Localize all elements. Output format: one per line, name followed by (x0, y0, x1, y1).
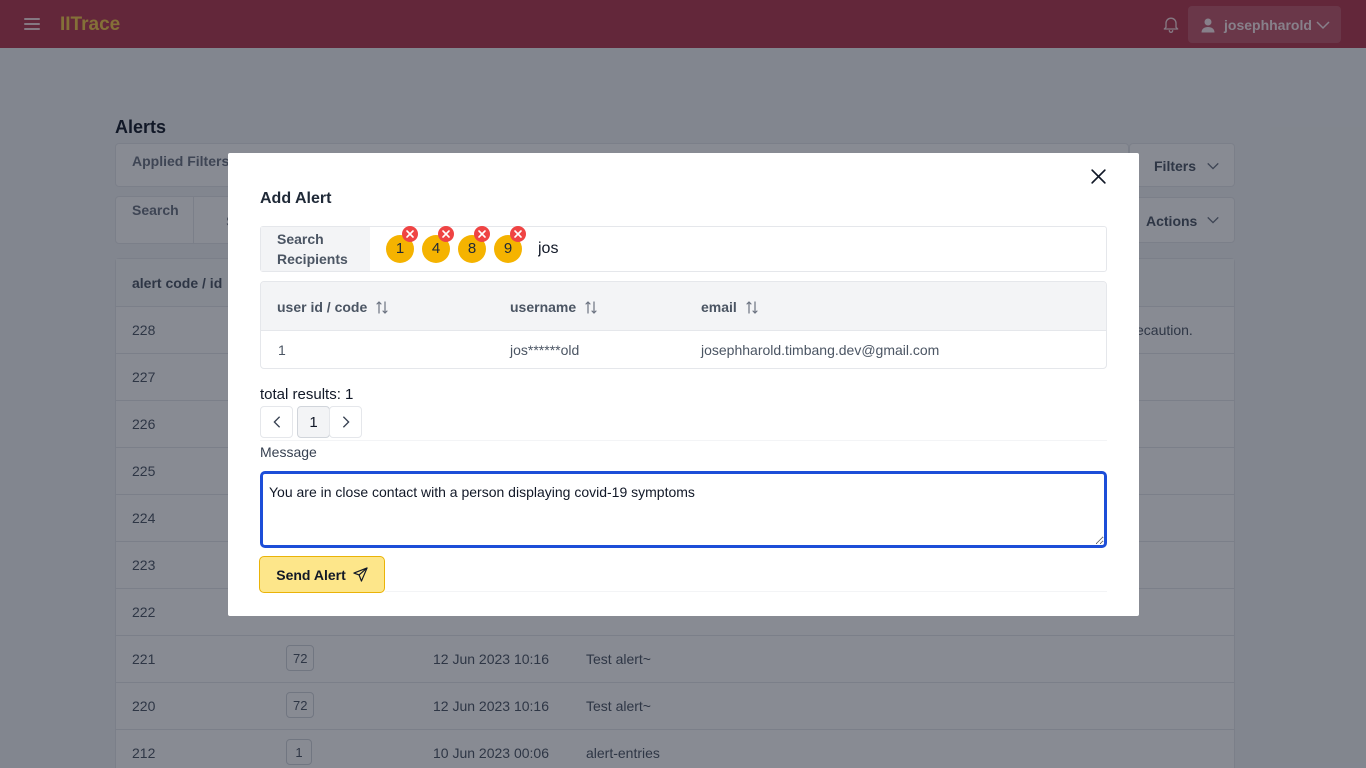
recipient-chip: 1 (386, 226, 418, 263)
recipient-chip: 9 (494, 226, 526, 263)
next-page-button[interactable] (329, 406, 362, 438)
recipient-chip-label: 8 (467, 240, 477, 257)
column-header-user-id[interactable]: user id / code (277, 299, 388, 315)
recipients-search: Search Recipients 1 4 8 9 (260, 226, 1107, 272)
column-header-username[interactable]: username (510, 299, 597, 315)
modal-title: Add Alert (260, 190, 332, 207)
recipients-results-table: user id / code username email 1 jos*****… (260, 281, 1107, 369)
results-table-header: user id / code username email (261, 282, 1106, 331)
sort-icon (376, 300, 388, 314)
chevron-left-icon (272, 416, 280, 428)
message-textarea[interactable]: You are in close contact with a person d… (260, 471, 1107, 548)
recipient-search-input[interactable] (538, 234, 1078, 264)
divider (385, 591, 1107, 592)
column-header-email[interactable]: email (701, 299, 758, 315)
remove-chip-icon[interactable] (510, 226, 526, 242)
send-alert-label: Send Alert (276, 566, 346, 583)
result-email: josephharold.timbang.dev@gmail.com (701, 342, 940, 358)
column-header-label: email (701, 299, 737, 315)
column-header-label: user id / code (277, 299, 368, 315)
column-header-label: username (510, 299, 577, 315)
total-results: total results: 1 (260, 386, 354, 403)
recipient-chip: 4 (422, 226, 454, 263)
remove-chip-icon[interactable] (438, 226, 454, 242)
remove-chip-icon[interactable] (402, 226, 418, 242)
result-user-id: 1 (278, 342, 286, 358)
chevron-right-icon (342, 416, 350, 428)
add-alert-modal: Add Alert Search Recipients 1 4 8 9 user… (228, 153, 1139, 616)
recipient-chip-label: 9 (503, 240, 513, 257)
sort-icon (585, 300, 597, 314)
message-label: Message (260, 444, 317, 460)
close-icon[interactable] (1090, 168, 1107, 185)
sort-icon (746, 300, 758, 314)
remove-chip-icon[interactable] (474, 226, 490, 242)
divider (260, 440, 1107, 441)
recipient-chip: 8 (458, 226, 490, 263)
page-button-current[interactable]: 1 (297, 406, 330, 438)
recipient-chip-label: 4 (431, 240, 441, 257)
send-alert-button[interactable]: Send Alert (259, 556, 385, 593)
send-icon (353, 567, 368, 582)
result-username: jos******old (510, 342, 580, 358)
table-row[interactable]: 1 jos******old josephharold.timbang.dev@… (261, 331, 1106, 368)
recipients-label: Search Recipients (261, 227, 370, 271)
recipient-chip-label: 1 (395, 240, 405, 257)
previous-page-button[interactable] (260, 406, 293, 438)
